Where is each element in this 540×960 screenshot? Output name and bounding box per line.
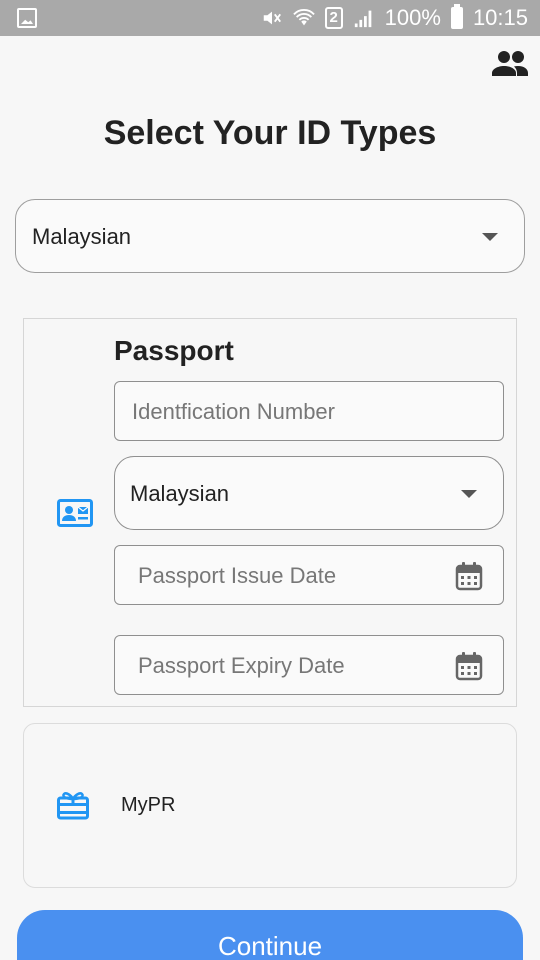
passport-issue-date-placeholder: Passport Issue Date: [138, 563, 337, 588]
mypr-label: MyPR: [121, 794, 176, 816]
gift-card-icon: [57, 792, 89, 820]
gallery-notification-icon: [17, 8, 37, 28]
wifi-icon: [292, 9, 315, 26]
mypr-card[interactable]: MyPR: [23, 723, 517, 888]
calendar-icon[interactable]: [455, 561, 483, 591]
signal-icon: [354, 10, 371, 28]
nationality-dropdown-value: Malaysian: [32, 224, 132, 249]
page-title: Select Your ID Types: [103, 114, 437, 152]
passport-expiry-date-field[interactable]: Passport Expiry Date: [114, 635, 504, 695]
identification-number-input[interactable]: Identfication Number: [114, 381, 504, 441]
passport-title: Passport: [114, 335, 234, 366]
people-icon[interactable]: [492, 50, 528, 76]
calendar-icon[interactable]: [455, 651, 483, 681]
chevron-down-icon: [482, 233, 498, 241]
identification-number-placeholder: Identfication Number: [132, 399, 335, 424]
nationality-dropdown[interactable]: Malaysian: [15, 199, 525, 273]
id-card-icon: [57, 499, 93, 527]
passport-issue-date-field[interactable]: Passport Issue Date: [114, 545, 504, 605]
sim-icon: 2: [324, 7, 343, 29]
status-bar: 2 100% 10:15: [0, 0, 540, 36]
passport-nationality-dropdown[interactable]: Malaysian: [114, 456, 504, 530]
passport-nationality-value: Malaysian: [130, 481, 230, 506]
app-screen: Select Your ID Types Malaysian Passport …: [0, 36, 540, 960]
continue-button[interactable]: Continue: [17, 910, 523, 960]
clock: 10:15: [472, 5, 528, 30]
battery-icon: [450, 4, 463, 29]
status-icons: 2 100% 10:15: [261, 4, 528, 32]
passport-expiry-date-placeholder: Passport Expiry Date: [138, 653, 345, 678]
battery-percent: 100%: [384, 5, 441, 30]
mute-icon: [263, 11, 281, 25]
chevron-down-icon: [461, 490, 477, 498]
passport-card[interactable]: Passport Identfication Number Malaysian …: [23, 318, 517, 707]
